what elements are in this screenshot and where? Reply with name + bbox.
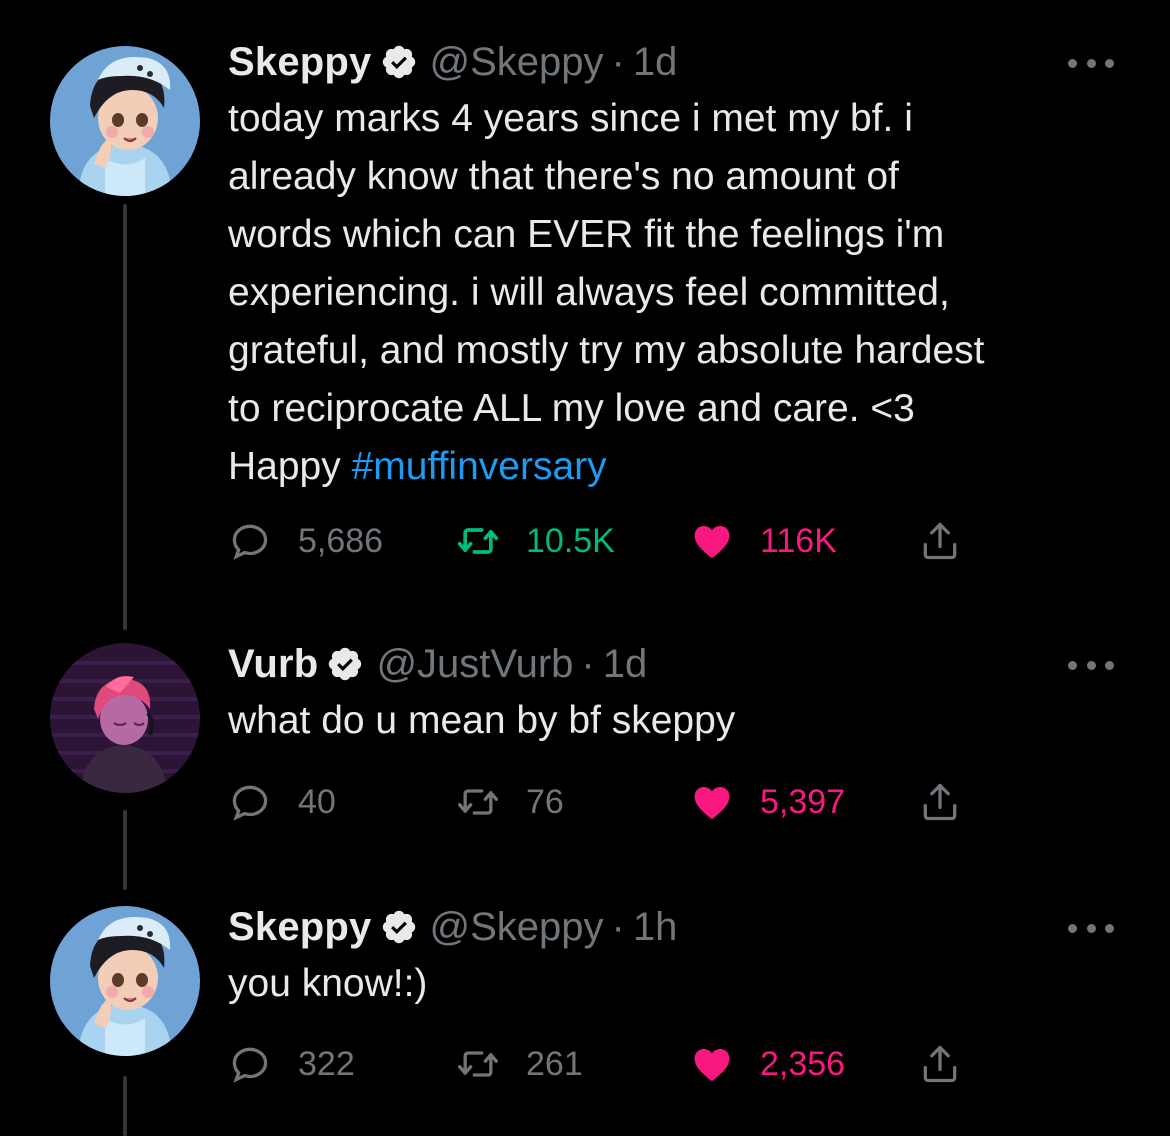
verified-badge-icon (382, 45, 415, 79)
more-dot-icon (1105, 923, 1114, 933)
tweet-time[interactable]: 1d (633, 40, 678, 85)
avatar[interactable] (50, 906, 200, 1056)
reply-count: 5,686 (298, 521, 384, 560)
reply-icon (232, 785, 268, 821)
tweet-body: today marks 4 years since i met my bf. i… (228, 97, 985, 488)
heart-filled-icon (694, 525, 730, 559)
share-button[interactable] (918, 1039, 988, 1089)
like-button[interactable]: 5,397 (690, 777, 845, 827)
retweet-count: 10.5K (526, 521, 615, 560)
separator-dot: · (611, 39, 625, 84)
share-icon (923, 783, 957, 821)
verified-badge-icon (329, 647, 362, 681)
tweet-text: you know!:) (228, 955, 1128, 1013)
retweet-button[interactable]: 261 (456, 1039, 583, 1089)
share-button[interactable] (918, 516, 988, 566)
tweet-actions: 322 261 2,356 (228, 1039, 988, 1089)
skeppy-avatar-icon (50, 46, 200, 196)
vurb-avatar-icon (50, 643, 200, 793)
like-button[interactable]: 2,356 (690, 1039, 845, 1089)
reply-icon (232, 524, 268, 560)
retweet-button[interactable]: 10.5K (456, 516, 615, 566)
more-dot-icon (1105, 660, 1114, 670)
hashtag-link[interactable]: #muffinversary (352, 445, 607, 488)
more-dot-icon (1086, 923, 1096, 933)
reply-button[interactable]: 5,686 (228, 516, 383, 566)
reply-count: 322 (298, 1044, 355, 1083)
thread-line (123, 204, 127, 630)
retweet-icon (458, 789, 498, 815)
heart-filled-icon (694, 1048, 730, 1082)
thread-line (123, 810, 127, 890)
more-options-button[interactable] (1068, 56, 1114, 70)
share-icon (923, 522, 957, 560)
more-dot-icon (1068, 660, 1077, 670)
more-options-button[interactable] (1068, 658, 1114, 672)
separator-dot: · (581, 641, 595, 686)
tweet-text: what do u mean by bf skeppy (228, 692, 1128, 750)
reply-button[interactable]: 322 (228, 1039, 355, 1089)
tweet-header: Vurb @JustVurb · 1d (228, 636, 1128, 692)
more-dot-icon (1068, 58, 1077, 68)
author-name[interactable]: Skeppy (228, 40, 372, 85)
retweet-count: 76 (526, 782, 564, 821)
like-count: 2,356 (760, 1044, 846, 1083)
like-button[interactable]: 116K (690, 516, 837, 566)
tweet-actions: 5,686 10.5K 116K (228, 516, 988, 566)
share-icon (923, 1045, 957, 1083)
retweet-icon (458, 1051, 498, 1077)
retweet-count: 261 (526, 1044, 583, 1083)
separator-dot: · (611, 904, 625, 949)
author-name[interactable]: Skeppy (228, 905, 372, 950)
tweet-header: Skeppy @Skeppy · 1d (228, 34, 1128, 90)
tweet-time[interactable]: 1d (603, 642, 648, 687)
avatar[interactable] (50, 643, 200, 793)
retweet-button[interactable]: 76 (456, 777, 564, 827)
like-count: 116K (760, 521, 837, 560)
tweet-header: Skeppy @Skeppy · 1h (228, 899, 1128, 955)
tweet-actions: 40 76 5,397 (228, 777, 988, 827)
like-count: 5,397 (760, 782, 846, 821)
more-dot-icon (1068, 923, 1077, 933)
heart-filled-icon (694, 786, 730, 820)
retweet-icon (457, 528, 499, 554)
reply-count: 40 (298, 782, 336, 821)
author-handle[interactable]: @Skeppy (430, 905, 604, 950)
share-button[interactable] (918, 777, 988, 827)
author-handle[interactable]: @JustVurb (376, 642, 573, 687)
verified-badge-icon (382, 910, 415, 944)
reply-icon (232, 1047, 268, 1083)
thread-line (123, 1076, 127, 1136)
tweet-body: you know!:) (228, 962, 428, 1005)
skeppy-avatar-icon (50, 906, 200, 1056)
more-dot-icon (1086, 660, 1096, 670)
tweet-body: what do u mean by bf skeppy (228, 699, 736, 742)
tweet-text: today marks 4 years since i met my bf. i… (228, 90, 1128, 496)
more-options-button[interactable] (1068, 921, 1114, 935)
reply-button[interactable]: 40 (228, 777, 336, 827)
more-dot-icon (1086, 58, 1096, 68)
author-name[interactable]: Vurb (228, 642, 318, 687)
avatar[interactable] (50, 46, 200, 196)
tweet-time[interactable]: 1h (633, 905, 678, 950)
more-dot-icon (1105, 58, 1114, 68)
author-handle[interactable]: @Skeppy (430, 40, 604, 85)
